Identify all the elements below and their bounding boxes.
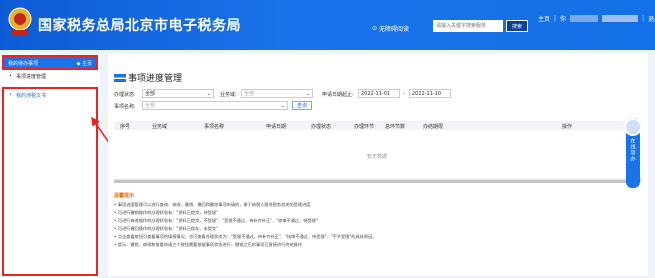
item-name-select[interactable]: 全部 ⌄ [142,101,288,110]
date-label: 申请日期起止: [322,92,354,98]
business-select[interactable]: 全部 ⌄ [241,89,313,98]
annotation-box-documents [2,87,98,276]
chevron-down-icon: ⌄ [280,102,285,109]
status-select[interactable]: 全部 ⌄ [142,89,214,98]
annotation-box-todo [2,55,98,70]
accessibility-icon: ⊙ [372,25,378,32]
status-label: 办理状态: [114,92,136,98]
column-header: 操作 [562,124,573,130]
table-body: 暂无数据 [114,130,642,180]
site-title: 国家税务总局北京市电子税务局 [38,18,241,34]
column-header: 办结期限 [423,124,444,130]
search-input[interactable] [433,20,503,32]
table-header: 序号 业务域 事项名称 申请日期 办理状态 办理环节 总环节数 办结期限 操作 [114,121,642,130]
column-header: 事项名称 [204,124,225,130]
query-button[interactable]: 查询 [292,101,312,110]
user-name-blurred [570,15,599,22]
tip-line: • 点击查看按钮可查看事项的填报情况，也可查看办理状态为："受理不通过，待补齐补… [114,234,377,239]
empty-message: 暂无数据 [367,154,388,160]
date-separator: - [403,91,405,97]
top-nav: 主页 | 你 | 退出 [538,14,655,23]
column-header: 业务域 [152,124,168,130]
column-header: 总环节数 [385,124,406,130]
column-header: 申请日期 [266,124,287,130]
item-name-label: 事项名称: [114,104,136,110]
tips-title: 温馨提示 [114,193,135,199]
scrollbar-thumb[interactable] [114,180,634,183]
online-guide-widget[interactable]: 在线导办 [624,118,642,188]
user-id-blurred [602,15,639,22]
column-header: 办理环节 [354,124,375,130]
bullet-icon: • [9,73,12,79]
tip-line: • 事项进度管理可以进行查询、修改、撤销、撤回和删除事项申请的，便于纳税人跟进税… [114,202,311,207]
logout-link[interactable]: 退出 [648,14,655,23]
date-to-input[interactable]: 2022-11-10 [409,89,451,98]
chevron-down-icon: ⌄ [206,90,211,97]
title-bar-icon [114,73,126,82]
column-header: 序号 [120,124,131,130]
accessibility-link[interactable]: ⊙ 无障碍阅读 [372,24,409,33]
chevron-down-icon: ⌄ [305,90,310,97]
page-title: 事项进度管理 [114,71,182,84]
assistant-avatar-icon [624,118,642,136]
date-from-input[interactable]: 2022-11-01 [358,89,400,98]
tip-line: • 可进行撤回操作的办理状态有："资料已保存，未提交" [114,226,218,231]
home-link[interactable]: 主页 [538,14,550,23]
user-name-link[interactable]: 你 [560,14,566,23]
tip-line: • 提示：撤销、修改和查看申请三个按钮需要根据事项状态进行，撤销之后的事项已直接… [114,242,303,247]
business-label: 业务域: [220,92,237,98]
search-button[interactable]: 搜索 [506,20,528,32]
sidebar-item-progress[interactable]: 事项进度管理 [16,73,46,80]
tip-line: • 可进行撤销操作的办理状态有："资料已提交，待受理" [114,210,218,215]
site-header: 国家税务总局北京市电子税务局 ⊙ 无障碍阅读 搜索 主页 | 你 | 退出 [0,0,655,50]
tax-emblem-icon [8,7,32,36]
tip-line: • 可进行修改操作的办理状态有："资料已提交，不受理"、"受理不通过，待补齐补正… [114,218,318,223]
column-header: 办理状态 [311,124,332,130]
main-panel: 事项进度管理 办理状态: 全部 ⌄ 业务域: 全部 ⌄ 申请日期起止: 2022… [108,54,648,276]
